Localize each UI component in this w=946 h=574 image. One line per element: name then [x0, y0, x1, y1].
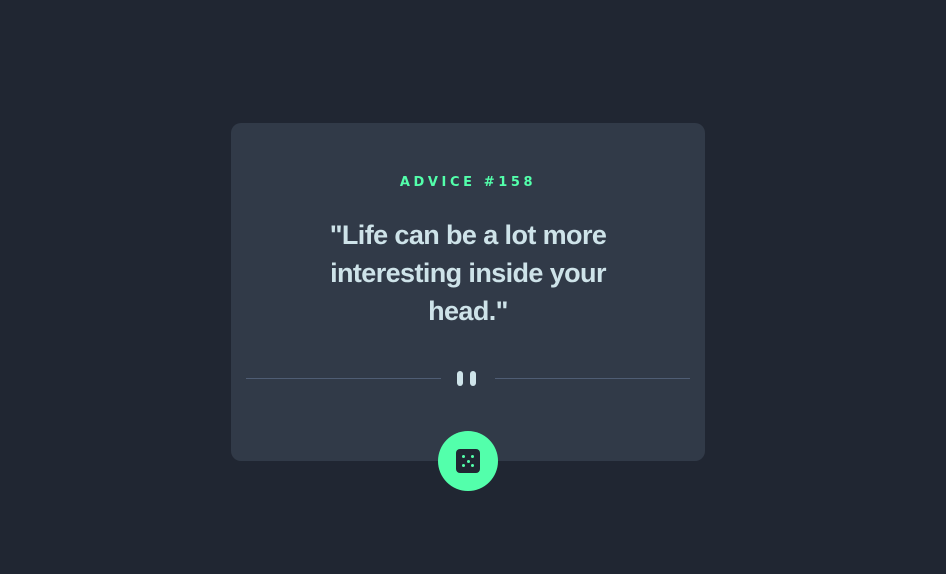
- pause-bar-right: [470, 371, 476, 386]
- dice-pip: [471, 455, 474, 458]
- pause-icon: [457, 371, 477, 386]
- advice-number: ADVICE #158: [399, 175, 537, 190]
- pause-bar-left: [457, 371, 463, 386]
- dice-pip: [466, 459, 470, 463]
- dice-pip: [462, 455, 465, 458]
- dice-icon: [456, 449, 480, 473]
- dice-pip: [471, 464, 474, 467]
- new-advice-button[interactable]: [438, 431, 498, 491]
- advice-quote: "Life can be a lot more interesting insi…: [329, 220, 607, 326]
- divider: [246, 367, 690, 389]
- dice-pip: [462, 464, 465, 467]
- divider-line-left: [246, 378, 441, 379]
- advice-card: ADVICE #158 "Life can be a lot more inte…: [231, 123, 705, 461]
- divider-line-right: [495, 378, 690, 379]
